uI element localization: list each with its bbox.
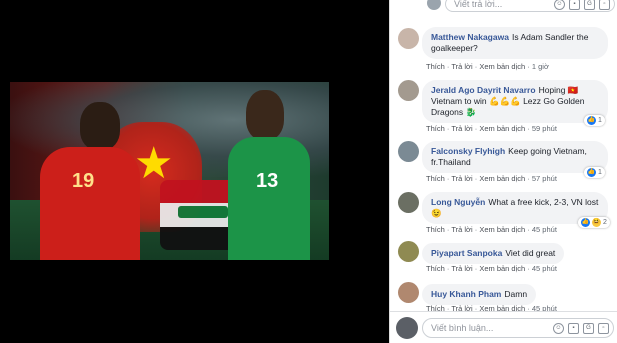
comment-bubble: Jerald Ago Dayrit Navarro Hoping 🇻🇳 Vietn…: [422, 80, 608, 123]
emoji-icon[interactable]: ☺: [553, 322, 564, 334]
like-link[interactable]: Thích: [426, 225, 445, 234]
like-reaction-icon: 👍: [581, 218, 590, 227]
comment-actions: Thích · Trả lời · Xem bản dịch · 59 phút: [426, 124, 557, 133]
comment-input[interactable]: Viết bình luận... ☺ ▪ G ▫: [422, 318, 614, 338]
commenter-name[interactable]: Long Nguyễn: [431, 197, 485, 207]
separator: ·: [474, 62, 478, 71]
separator: ·: [474, 264, 478, 273]
emoji-icon[interactable]: ☺: [554, 0, 565, 10]
comment-composer: Viết bình luận... ☺ ▪ G ▫: [390, 311, 617, 343]
separator: ·: [527, 174, 530, 183]
player-right-number: 13: [256, 170, 279, 192]
player-right-head: [246, 90, 284, 140]
video-stage: ★ 19 13: [0, 0, 389, 343]
comment-actions: Thích · Trả lời · Xem bản dịch · 57 phút: [426, 174, 557, 183]
separator: ·: [527, 264, 530, 273]
like-reaction-icon: 👍: [587, 168, 596, 177]
translate-link[interactable]: Xem bản dịch: [479, 264, 525, 273]
commenter-name[interactable]: Matthew Nakagawa: [431, 32, 509, 42]
separator: ·: [527, 62, 530, 71]
player-left-jersey: [40, 147, 140, 260]
comment-timestamp[interactable]: 45 phút: [532, 264, 557, 273]
sticker-icon[interactable]: ▫: [598, 322, 609, 334]
player-right-jersey: [228, 137, 310, 260]
reply-placeholder: Viết trả lời...: [454, 0, 503, 9]
avatar[interactable]: [398, 28, 419, 49]
like-link[interactable]: Thích: [426, 264, 445, 273]
comment-timestamp[interactable]: 45 phút: [532, 225, 557, 234]
reply-link[interactable]: Trả lời: [451, 124, 472, 133]
separator: ·: [474, 174, 478, 183]
comments-panel: Viết trả lời... ☺ ▪ G ▫ Matthew Nakagawa…: [389, 0, 617, 343]
avatar: [396, 317, 418, 339]
separator: ·: [446, 225, 450, 234]
avatar: [427, 0, 441, 10]
avatar[interactable]: [398, 141, 419, 162]
comment-actions: Thích · Trả lời · Xem bản dịch · 45 phút: [426, 225, 557, 234]
reaction-count[interactable]: 👍 😆 2: [578, 217, 610, 228]
separator: ·: [527, 124, 530, 133]
separator: ·: [474, 225, 478, 234]
gif-icon[interactable]: G: [584, 0, 595, 10]
like-link[interactable]: Thích: [426, 124, 445, 133]
reply-link[interactable]: Trả lời: [451, 225, 472, 234]
translate-link[interactable]: Xem bản dịch: [479, 174, 525, 183]
comment-text: Damn: [504, 289, 528, 299]
avatar[interactable]: [398, 192, 419, 213]
reply-link[interactable]: Trả lời: [451, 62, 472, 71]
reaction-number: 2: [603, 219, 607, 226]
comment-placeholder: Viết bình luận...: [431, 323, 494, 333]
comment-bubble: Piyapart Sanpoka Viet did great: [422, 243, 565, 264]
comment-bubble: Matthew Nakagawa Is Adam Sandler the goal…: [422, 27, 608, 59]
like-link[interactable]: Thích: [426, 62, 445, 71]
commenter-name[interactable]: Piyapart Sanpoka: [431, 248, 502, 258]
comment-timestamp[interactable]: 59 phút: [532, 124, 557, 133]
avatar[interactable]: [398, 80, 419, 101]
comment-actions: Thích · Trả lời · Xem bản dịch · 1 giờ: [426, 62, 549, 71]
separator: ·: [446, 62, 450, 71]
reaction-number: 1: [598, 169, 602, 176]
player-left-number: 19: [72, 170, 95, 192]
comment-actions: Thích · Trả lời · Xem bản dịch · 45 phút: [426, 264, 557, 273]
reply-link[interactable]: Trả lời: [451, 174, 472, 183]
separator: ·: [446, 264, 450, 273]
reaction-count[interactable]: 👍 1: [584, 115, 605, 126]
separator: ·: [446, 124, 450, 133]
commenter-name[interactable]: Huy Khanh Pham: [431, 289, 501, 299]
comment-timestamp[interactable]: 1 giờ: [532, 62, 549, 71]
comment-text: Viet did great: [505, 248, 556, 258]
sticker-icon[interactable]: ▫: [599, 0, 610, 10]
translate-link[interactable]: Xem bản dịch: [479, 62, 525, 71]
haha-reaction-icon: 😆: [592, 218, 601, 227]
separator: ·: [527, 225, 530, 234]
reaction-count[interactable]: 👍 1: [584, 167, 605, 178]
avatar[interactable]: [398, 241, 419, 262]
comment-bubble: Falconsky Flyhigh Keep going Vietnam, fr.…: [422, 141, 608, 173]
separator: ·: [474, 124, 478, 133]
gif-icon[interactable]: G: [583, 322, 594, 334]
like-link[interactable]: Thích: [426, 174, 445, 183]
reply-link[interactable]: Trả lời: [451, 264, 472, 273]
like-reaction-icon: 👍: [587, 116, 596, 125]
commenter-name[interactable]: Falconsky Flyhigh: [431, 146, 505, 156]
reply-input[interactable]: Viết trả lời... ☺ ▪ G ▫: [445, 0, 615, 12]
separator: ·: [446, 174, 450, 183]
player-left-head: [80, 102, 120, 150]
comment-timestamp[interactable]: 57 phút: [532, 174, 557, 183]
post-image[interactable]: ★ 19 13: [10, 82, 329, 260]
translate-link[interactable]: Xem bản dịch: [479, 225, 525, 234]
translate-link[interactable]: Xem bản dịch: [479, 124, 525, 133]
comment-bubble: Huy Khanh Pham Damn: [422, 284, 537, 305]
camera-icon[interactable]: ▪: [568, 322, 579, 334]
camera-icon[interactable]: ▪: [569, 0, 580, 10]
reaction-number: 1: [598, 117, 602, 124]
commenter-name[interactable]: Jerald Ago Dayrit Navarro: [431, 85, 536, 95]
avatar[interactable]: [398, 282, 419, 303]
